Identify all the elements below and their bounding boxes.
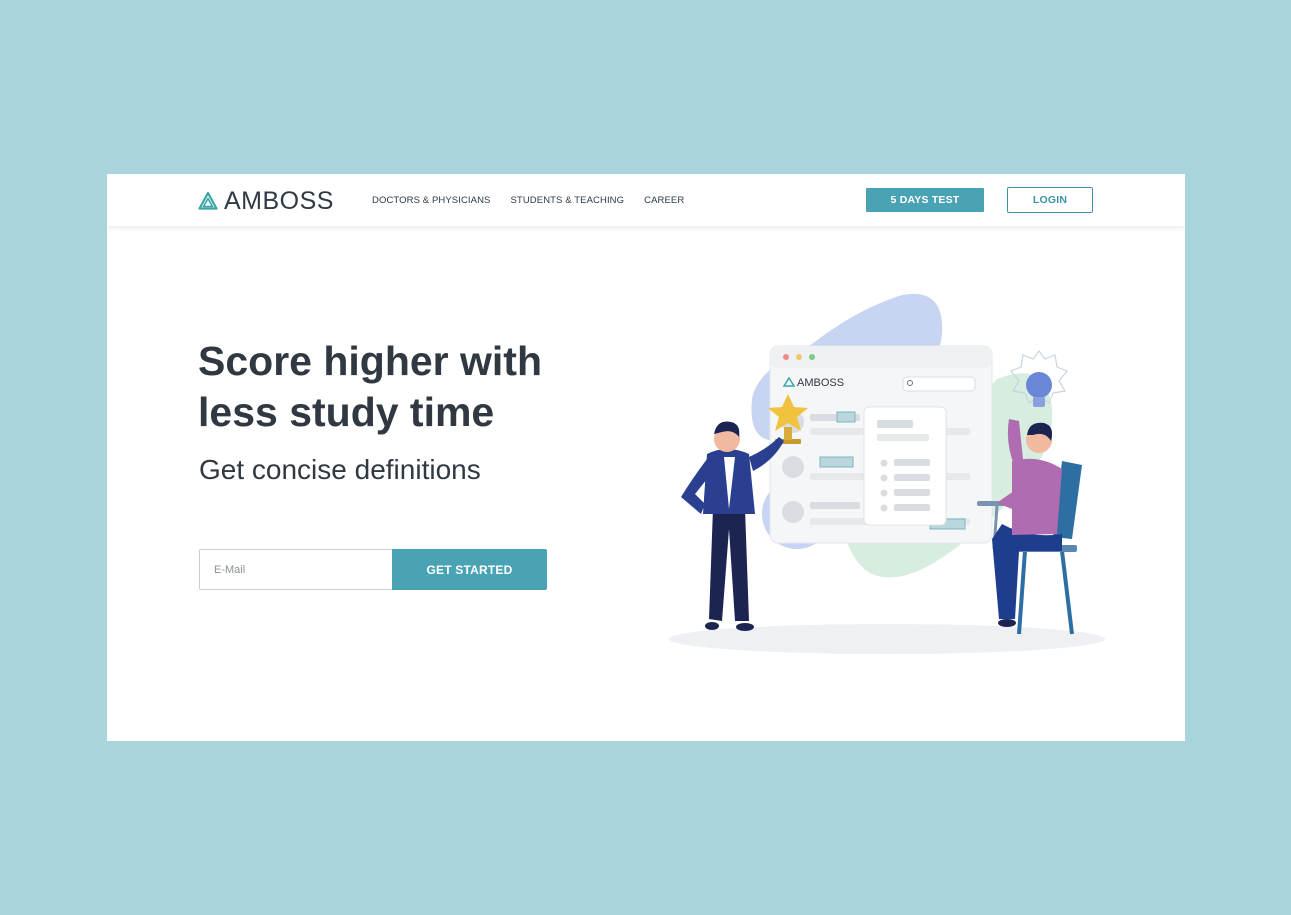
floor-shadow <box>669 624 1105 654</box>
get-started-button[interactable]: GET STARTED <box>392 549 547 590</box>
popup-line <box>877 420 913 428</box>
hero-illustration: AMBOSS <box>669 293 1105 654</box>
login-button[interactable]: LOGIN <box>1007 187 1093 213</box>
window-search-box <box>902 376 976 392</box>
popup-line <box>877 434 929 441</box>
hero-subtitle: Get concise definitions <box>199 454 481 485</box>
logo-text: AMBOSS <box>224 186 334 215</box>
browser-viewport: AMBOSS DOCTORS & PHYSICIANS STUDENTS & T… <box>107 174 1185 741</box>
email-input[interactable] <box>199 549 392 590</box>
row-line <box>810 502 860 509</box>
popup-bullet <box>880 474 888 482</box>
popup-bullet <box>880 459 888 467</box>
popup-line <box>894 504 930 511</box>
logo[interactable]: AMBOSS <box>198 187 334 215</box>
free-trial-button[interactable]: 5 DAYS TEST <box>866 188 984 212</box>
window-brand-text: AMBOSS <box>797 377 844 389</box>
row-highlight <box>819 456 854 468</box>
row-avatar <box>782 456 804 478</box>
navbar: AMBOSS DOCTORS & PHYSICIANS STUDENTS & T… <box>107 174 1185 226</box>
popup-bullet <box>880 489 888 497</box>
main-nav: DOCTORS & PHYSICIANS STUDENTS & TEACHING… <box>372 174 684 226</box>
popup-line <box>894 474 930 481</box>
nav-students-teaching[interactable]: STUDENTS & TEACHING <box>511 195 625 206</box>
popup-line <box>894 489 930 496</box>
nav-doctors-physicians[interactable]: DOCTORS & PHYSICIANS <box>372 195 491 206</box>
popup-line <box>894 459 930 466</box>
window-dot-green <box>809 354 815 360</box>
row-avatar <box>782 501 804 523</box>
popup-bullet <box>880 504 888 512</box>
hero-title: Score higher with less study time <box>198 338 542 435</box>
nav-career[interactable]: CAREER <box>644 195 684 206</box>
row-highlight <box>836 411 856 423</box>
window-dot-red <box>783 354 789 360</box>
window-dot-yellow <box>796 354 802 360</box>
amboss-triangle-icon <box>198 191 218 210</box>
signup-form: GET STARTED <box>199 549 547 590</box>
app-window-titlebar <box>770 346 992 368</box>
